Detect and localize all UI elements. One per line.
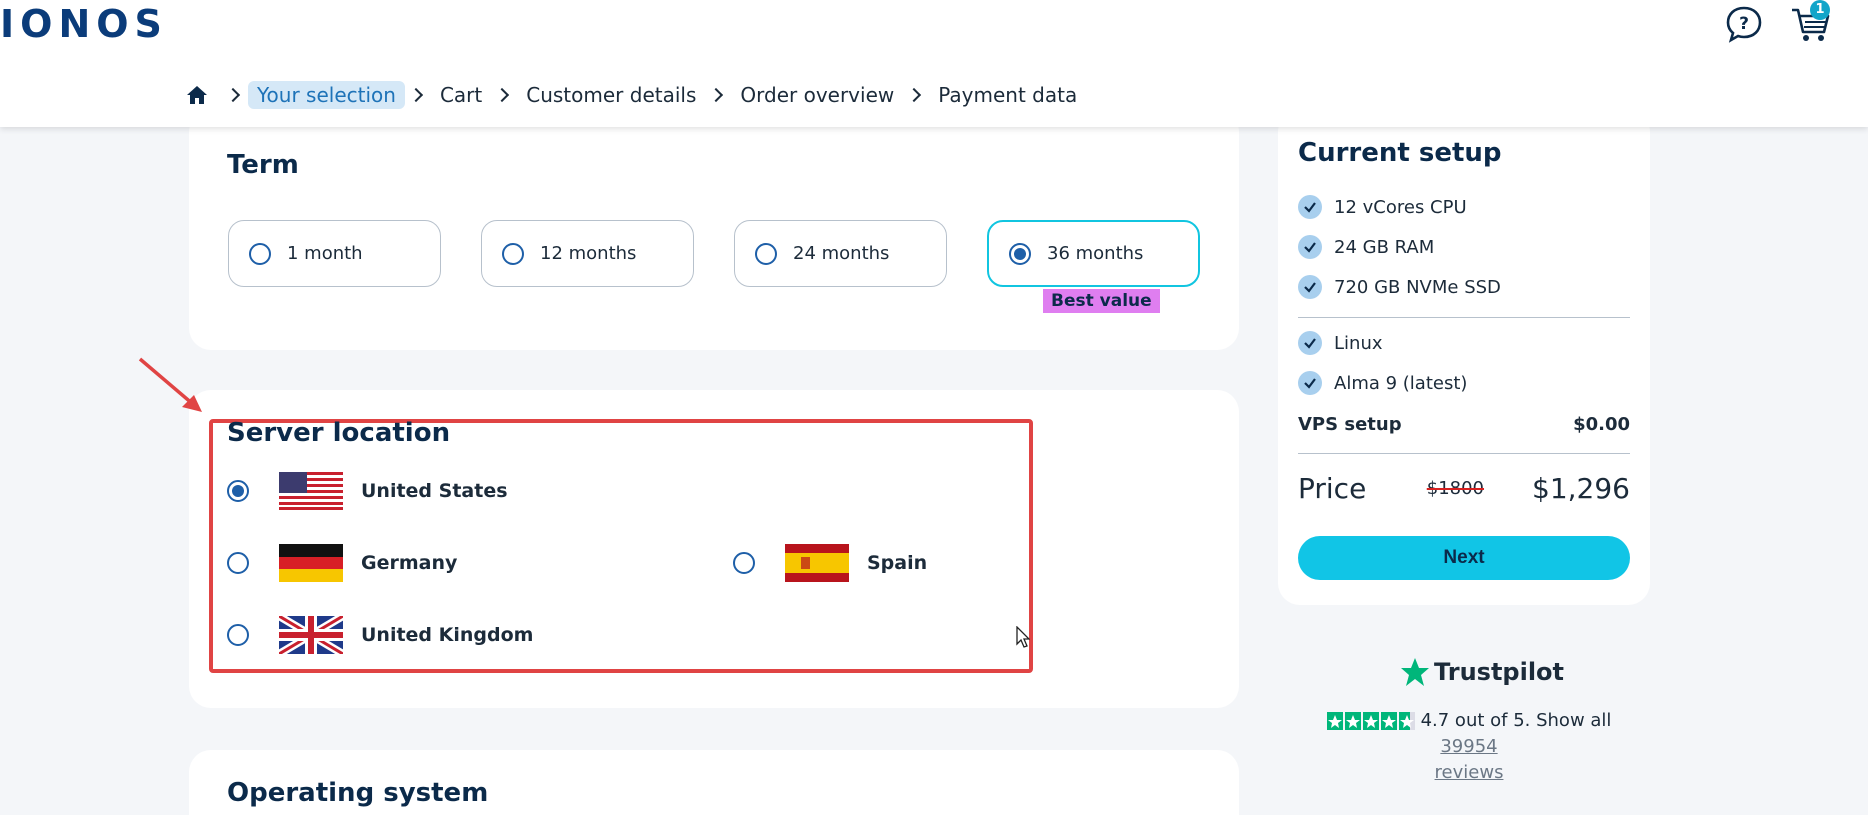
breadcrumb-order-overview[interactable]: Order overview	[731, 81, 903, 109]
best-value-badge: Best value	[1043, 289, 1160, 313]
trustpilot-rating: 4.7 out of 5. Show all 39954 reviews	[1306, 708, 1632, 786]
us-flag-icon	[279, 472, 343, 510]
location-label: Spain	[867, 552, 928, 574]
divider	[1298, 317, 1630, 318]
term-option-label: 36 months	[1047, 243, 1144, 264]
check-icon	[1298, 235, 1322, 259]
breadcrumb-cart[interactable]: Cart	[431, 81, 491, 109]
home-icon[interactable]	[186, 84, 208, 106]
vps-setup-value: $0.00	[1573, 414, 1630, 435]
star-icon	[1401, 658, 1429, 686]
discounted-price: $1,296	[1532, 472, 1630, 505]
setup-feature-label: Alma 9 (latest)	[1334, 372, 1468, 394]
term-option-1-month[interactable]: 1 month	[228, 220, 441, 287]
cart-count-badge: 1	[1810, 0, 1830, 20]
radio-icon[interactable]	[755, 242, 777, 265]
ionos-logo[interactable]: IONOS	[0, 2, 168, 46]
term-option-label: 12 months	[540, 243, 637, 264]
term-title: Term	[227, 150, 299, 180]
term-option-36-months[interactable]: 36 months	[987, 220, 1200, 287]
setup-feature-label: 24 GB RAM	[1334, 236, 1435, 258]
chevron-right-icon	[225, 87, 241, 103]
divider	[1298, 453, 1630, 454]
original-price: $1800	[1426, 478, 1485, 499]
rating-stars-icon	[1326, 712, 1415, 730]
radio-icon[interactable]	[227, 624, 249, 646]
setup-feature-alma: Alma 9 (latest)	[1298, 371, 1467, 395]
check-icon	[1298, 331, 1322, 355]
location-option-spain[interactable]: Spain	[733, 544, 927, 582]
radio-selected-icon[interactable]	[227, 480, 249, 502]
breadcrumb: Your selection Cart Customer details Ord…	[186, 80, 1086, 110]
radio-icon[interactable]	[249, 242, 271, 265]
trustpilot-logo[interactable]: Trustpilot	[1400, 657, 1564, 687]
top-bar: IONOS ? 1 Your selection Cart Customer d…	[0, 0, 1868, 127]
term-option-12-months[interactable]: 12 months	[481, 220, 694, 287]
radio-selected-icon[interactable]	[1009, 242, 1031, 265]
uk-flag-icon	[279, 616, 343, 654]
setup-feature-ssd: 720 GB NVMe SSD	[1298, 275, 1501, 299]
setup-feature-linux: Linux	[1298, 331, 1383, 355]
server-location-title: Server location	[227, 418, 451, 448]
germany-flag-icon	[279, 544, 343, 582]
current-setup-card	[1278, 110, 1650, 605]
setup-feature-ram: 24 GB RAM	[1298, 235, 1434, 259]
radio-icon[interactable]	[733, 552, 755, 574]
setup-feature-label: Linux	[1334, 332, 1383, 354]
location-option-germany[interactable]: Germany	[227, 544, 457, 582]
term-option-label: 24 months	[793, 243, 890, 264]
spain-flag-icon	[785, 544, 849, 582]
help-icon[interactable]: ?	[1724, 4, 1764, 44]
current-setup-title: Current setup	[1298, 138, 1502, 168]
chevron-right-icon	[907, 87, 922, 103]
breadcrumb-payment-data[interactable]: Payment data	[929, 81, 1086, 109]
setup-feature-label: 720 GB NVMe SSD	[1334, 276, 1501, 298]
radio-icon[interactable]	[502, 242, 524, 265]
check-icon	[1298, 371, 1322, 395]
radio-icon[interactable]	[227, 552, 249, 574]
price-label: Price	[1298, 472, 1367, 505]
mouse-cursor-icon	[1016, 626, 1030, 648]
next-button[interactable]: Next	[1298, 536, 1630, 580]
term-option-label: 1 month	[287, 243, 363, 264]
check-icon	[1298, 195, 1322, 219]
breadcrumb-customer-details[interactable]: Customer details	[517, 81, 705, 109]
chevron-right-icon	[709, 87, 724, 103]
vps-setup-label: VPS setup	[1298, 414, 1402, 435]
chevron-right-icon	[408, 87, 424, 103]
reviews-link[interactable]: reviews	[1435, 762, 1504, 783]
location-label: United States	[361, 480, 508, 502]
check-icon	[1298, 275, 1322, 299]
term-option-24-months[interactable]: 24 months	[734, 220, 947, 287]
operating-system-title: Operating system	[227, 778, 489, 808]
setup-feature-label: 12 vCores CPU	[1334, 196, 1467, 218]
location-option-united-states[interactable]: United States	[227, 472, 508, 510]
reviews-count-link[interactable]: 39954	[1440, 736, 1497, 757]
price-row: Price $1800 $1,296	[1298, 472, 1630, 505]
trustpilot-name: Trustpilot	[1434, 658, 1565, 686]
svg-text:?: ?	[1739, 14, 1749, 34]
annotation-arrow-icon	[138, 357, 202, 412]
location-label: United Kingdom	[361, 624, 534, 646]
location-label: Germany	[361, 552, 458, 574]
chevron-right-icon	[495, 87, 510, 103]
breadcrumb-your-selection[interactable]: Your selection	[248, 81, 405, 109]
setup-feature-cpu: 12 vCores CPU	[1298, 195, 1467, 219]
rating-text: 4.7 out of 5. Show all	[1420, 710, 1612, 731]
vps-setup-row: VPS setup $0.00	[1298, 414, 1630, 435]
location-option-united-kingdom[interactable]: United Kingdom	[227, 616, 533, 654]
